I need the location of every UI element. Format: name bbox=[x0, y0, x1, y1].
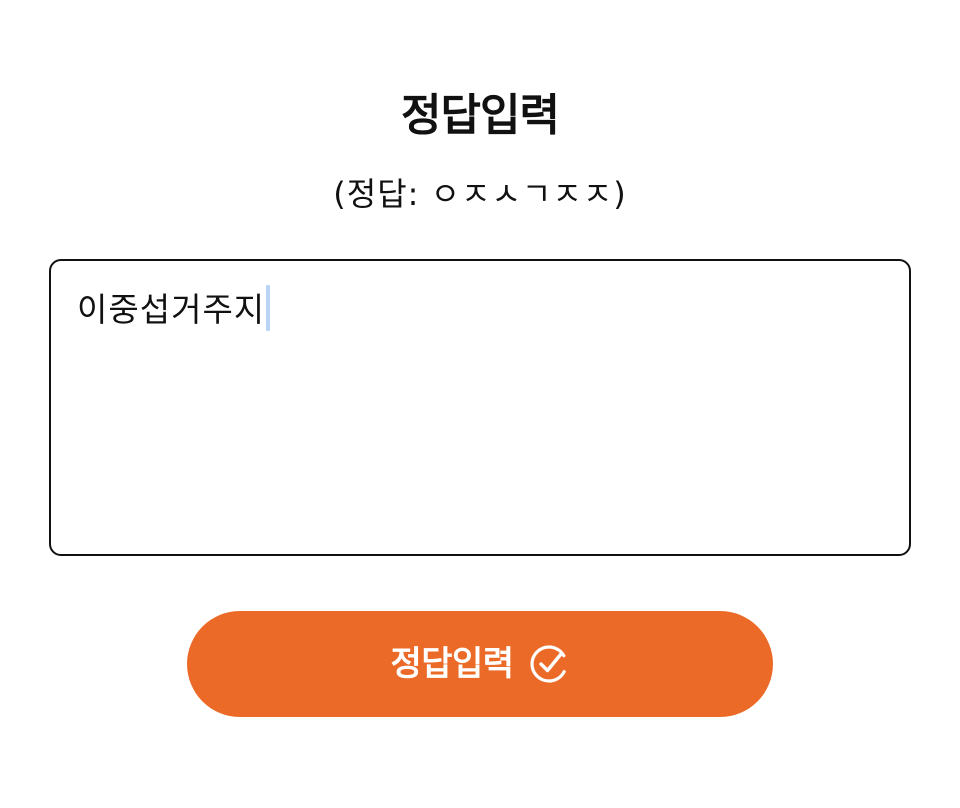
submit-answer-button[interactable]: 정답입력 bbox=[187, 611, 773, 717]
text-cursor bbox=[266, 285, 271, 331]
answer-input-value[interactable]: 이중섭거주지 bbox=[77, 285, 271, 334]
page-title: 정답입력 bbox=[401, 90, 560, 141]
submit-button-label: 정답입력 bbox=[390, 644, 514, 684]
check-circle-icon bbox=[528, 643, 570, 685]
answer-page: 정답입력 (정답: ㅇㅈㅅㄱㅈㅈ) 이중섭거주지 정답입력 bbox=[0, 0, 960, 808]
answer-textarea[interactable]: 이중섭거주지 bbox=[49, 259, 911, 556]
answer-hint: (정답: ㅇㅈㅅㄱㅈㅈ) bbox=[333, 175, 627, 213]
answer-value-text: 이중섭거주지 bbox=[77, 290, 266, 329]
